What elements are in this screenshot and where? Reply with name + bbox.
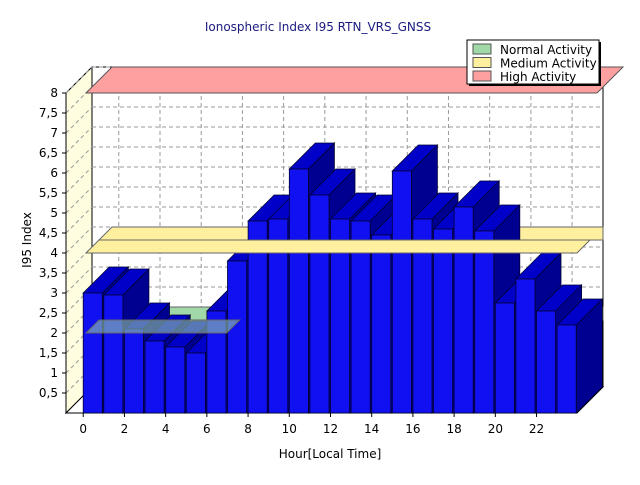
y-tick-label: 6 <box>50 166 58 180</box>
y-tick-label: 7,5 <box>39 106 58 120</box>
bar-front <box>103 294 124 414</box>
y-tick-label: 8 <box>50 86 58 100</box>
y-tick-label: 1,5 <box>39 346 58 360</box>
x-tick-label: 12 <box>323 422 338 436</box>
x-tick-label: 6 <box>203 422 211 436</box>
legend-label: Normal Activity <box>500 43 592 57</box>
bar-front <box>494 302 515 414</box>
y-axis-label: I95 Index <box>20 212 34 268</box>
x-tick-label: 20 <box>488 422 503 436</box>
x-tick-label: 0 <box>79 422 87 436</box>
bar-front <box>433 228 454 414</box>
bar-chart: Ionospheric Index I95 RTN_VRS_GNSS Hour[… <box>20 20 625 461</box>
chart-container: Ionospheric Index I95 RTN_VRS_GNSS Hour[… <box>0 0 640 480</box>
x-tick-label: 22 <box>529 422 544 436</box>
bar-front <box>556 324 577 414</box>
bar-front <box>515 278 536 414</box>
y-tick-label: 4 <box>50 246 58 260</box>
chart-title: Ionospheric Index I95 RTN_VRS_GNSS <box>205 20 431 34</box>
bar-front <box>82 292 103 414</box>
legend-swatch <box>472 57 492 68</box>
x-tick-label: 4 <box>162 422 170 436</box>
y-tick-label: 5 <box>50 206 58 220</box>
y-tick-label: 7 <box>50 126 58 140</box>
bar-front <box>165 346 186 414</box>
y-tick-label: 5,5 <box>39 186 58 200</box>
bar-front <box>371 234 392 414</box>
band-front-half <box>84 319 241 334</box>
y-tick-label: 6,5 <box>39 146 58 160</box>
bar-front <box>185 352 206 414</box>
band-front-half <box>84 239 592 254</box>
legend: Normal ActivityMedium ActivityHigh Activ… <box>466 39 601 86</box>
x-tick-label: 18 <box>446 422 461 436</box>
bar-front <box>536 310 557 414</box>
legend-swatch <box>472 70 492 82</box>
y-tick-label: 3 <box>50 286 58 300</box>
bar-front <box>227 260 248 414</box>
bar-front <box>453 206 474 414</box>
x-tick-label: 10 <box>282 422 297 436</box>
y-tick-label: 2 <box>50 326 58 340</box>
x-tick-label: 14 <box>364 422 379 436</box>
x-tick-label: 2 <box>121 422 129 436</box>
bar-front <box>309 194 330 414</box>
y-tick-label: 2,5 <box>39 306 58 320</box>
x-tick-label: 16 <box>405 422 420 436</box>
legend-swatch <box>472 43 492 55</box>
bar-front <box>474 230 495 414</box>
legend-label: High Activity <box>500 70 576 84</box>
y-tick-label: 0,5 <box>39 386 58 400</box>
y-tick-label: 4,5 <box>39 226 58 240</box>
legend-label: Medium Activity <box>500 57 597 71</box>
bar-front <box>144 340 165 414</box>
x-axis-label: Hour[Local Time] <box>279 447 382 461</box>
bar-front <box>124 328 144 414</box>
x-tick-label: 8 <box>244 422 252 436</box>
y-tick-label: 1 <box>50 366 58 380</box>
bar-front <box>391 170 412 414</box>
y-tick-label: 3,5 <box>39 266 58 280</box>
bar-front <box>288 168 309 414</box>
